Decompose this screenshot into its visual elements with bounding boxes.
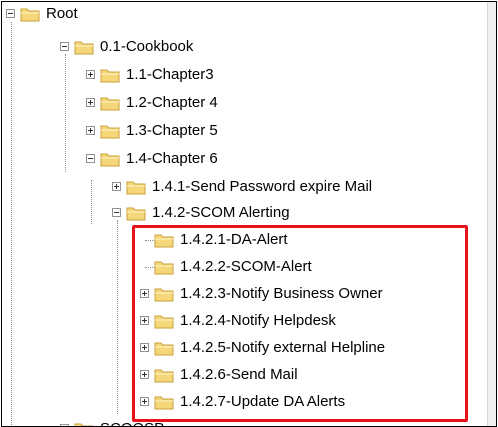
tree-node[interactable]: 1.4.2-SCOM Alerting [2, 200, 482, 226]
tree-node[interactable]: 0.1-Cookbook [2, 34, 482, 60]
collapse-icon[interactable] [112, 208, 121, 217]
folder-icon [74, 39, 94, 55]
tree-node-label[interactable]: 1.4-Chapter 6 [126, 149, 218, 169]
tree-node-label[interactable]: 1.4.1-Send Password expire Mail [152, 177, 372, 197]
folder-icon [126, 179, 146, 195]
tree-node-label[interactable]: 1.1-Chapter3 [126, 65, 214, 85]
folder-icon [100, 67, 120, 83]
tree-node[interactable]: Root [2, 2, 482, 27]
folder-icon [100, 123, 120, 139]
vertical-scrollbar[interactable] [487, 2, 496, 426]
folder-icon [100, 151, 120, 167]
highlight-box [132, 225, 468, 422]
expand-icon[interactable] [86, 98, 95, 107]
tree-node[interactable]: 1.4-Chapter 6 [2, 146, 482, 172]
tree-node[interactable]: 1.4.1-Send Password expire Mail [2, 174, 482, 200]
collapse-icon[interactable] [6, 9, 15, 18]
expand-icon[interactable] [112, 182, 121, 191]
folder-icon [126, 205, 146, 221]
folder-icon [100, 95, 120, 111]
folder-icon [74, 421, 94, 426]
expand-icon[interactable] [86, 70, 95, 79]
collapse-icon[interactable] [86, 154, 95, 163]
tree-node-label[interactable]: Root [46, 4, 78, 24]
tree-node-label[interactable]: 1.4.2-SCOM Alerting [152, 203, 290, 223]
tree-node-label[interactable]: 1.2-Chapter 4 [126, 93, 218, 113]
tree-node[interactable]: 1.2-Chapter 4 [2, 90, 482, 116]
tree-node-label[interactable]: 0.1-Cookbook [100, 37, 193, 57]
tree-node[interactable]: 1.3-Chapter 5 [2, 118, 482, 144]
folder-tree-view[interactable]: Root 0.1-Cookbook 1.1-Chapter3 1.2-Chapter … [1, 1, 497, 427]
collapse-icon[interactable] [60, 42, 69, 51]
folder-icon [20, 6, 40, 22]
tree-node[interactable]: 1.1-Chapter3 [2, 62, 482, 88]
expand-icon[interactable] [86, 126, 95, 135]
tree-node-label[interactable]: 1.3-Chapter 5 [126, 121, 218, 141]
